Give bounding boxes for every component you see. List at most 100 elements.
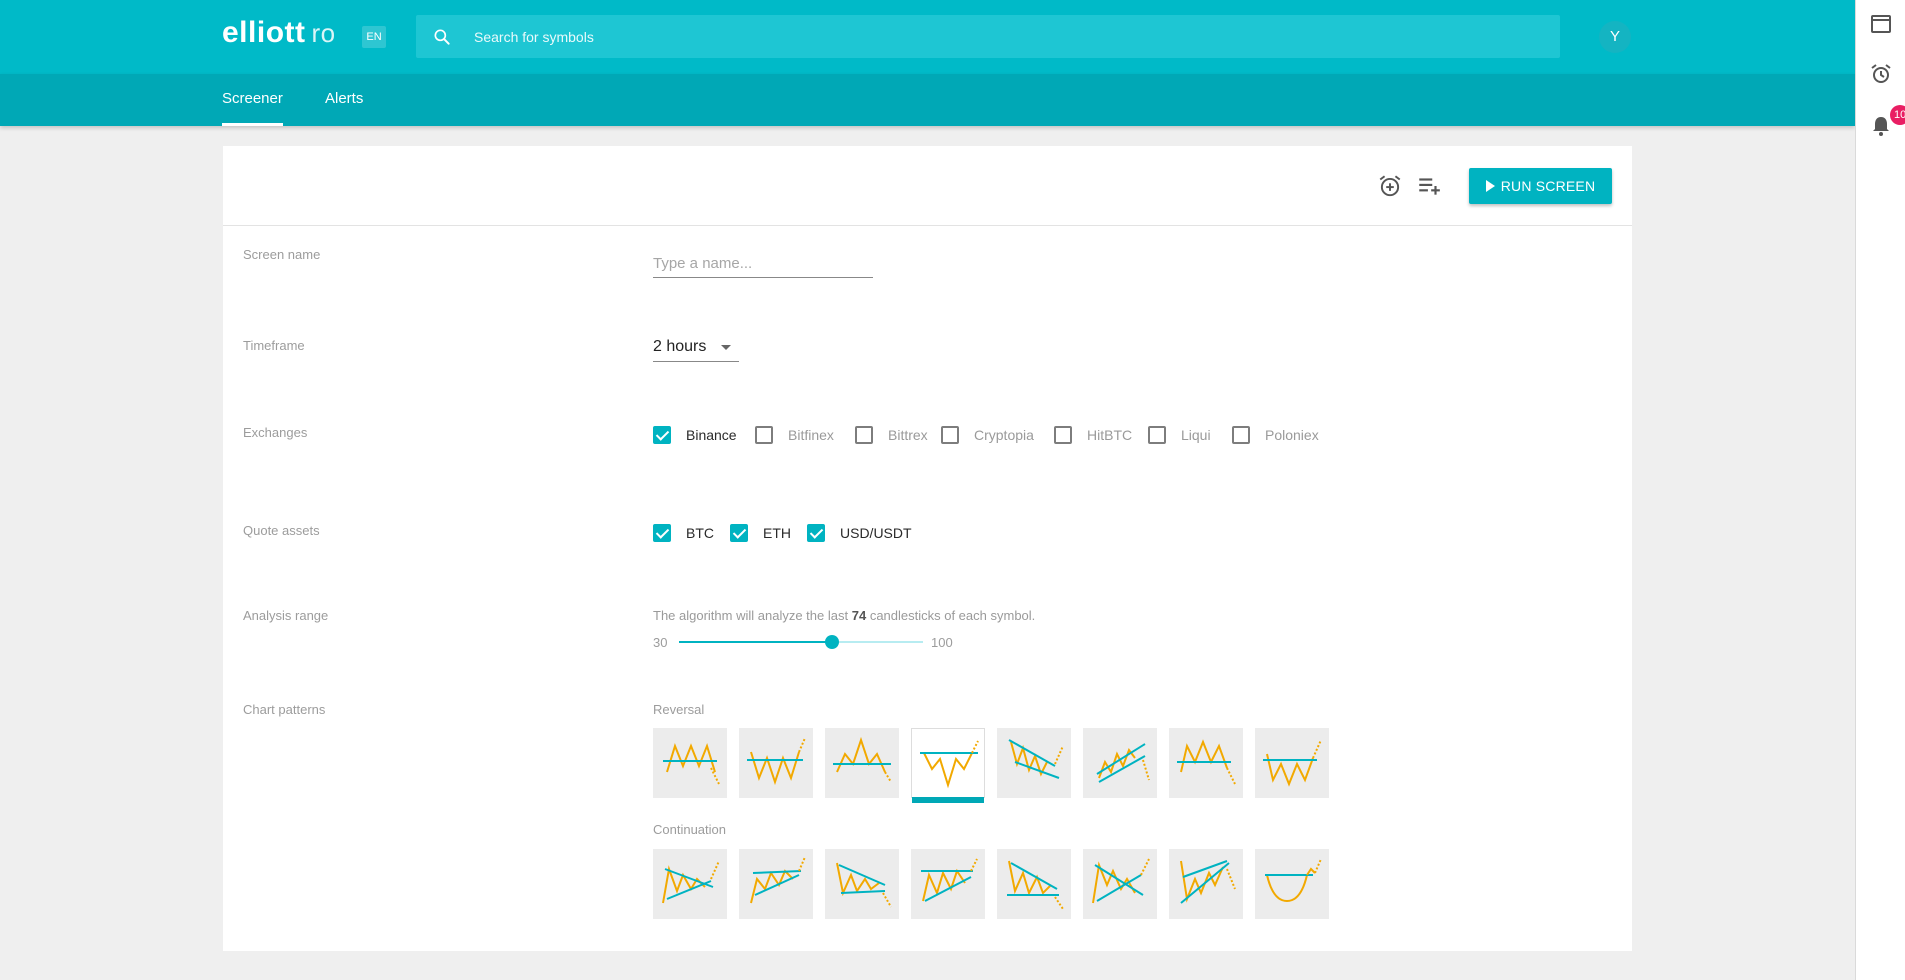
checkbox-label: Bitfinex — [788, 427, 834, 443]
checkbox-unchecked-icon[interactable] — [855, 426, 873, 444]
reversal-pattern-icon — [920, 740, 979, 789]
reversal-pattern-6[interactable] — [1083, 728, 1157, 798]
timeframe-value: 2 hours — [653, 338, 707, 355]
continuation-pattern-icon — [921, 858, 978, 902]
reversal-pattern-icon — [1263, 739, 1322, 787]
range-desc-after: candlesticks of each symbol. — [869, 608, 1036, 623]
slider-fill — [679, 641, 833, 643]
checkbox-label: BTC — [686, 525, 714, 541]
analysis-range-slider[interactable] — [679, 635, 923, 649]
continuation-pattern-icon — [1092, 858, 1150, 904]
timeframe-select[interactable]: 2 hours — [653, 334, 739, 362]
logo-suffix: ro — [311, 18, 336, 48]
run-screen-label: RUN SCREEN — [1500, 178, 1596, 194]
window-icon[interactable] — [1869, 12, 1893, 36]
search-bar — [416, 15, 1560, 58]
continuation-pattern-1[interactable] — [653, 849, 727, 919]
checkbox-checked-icon[interactable] — [807, 524, 825, 542]
run-screen-button[interactable]: RUN SCREEN — [1469, 168, 1612, 204]
checkbox-label: Cryptopia — [974, 427, 1034, 443]
tab-screener[interactable]: Screener — [222, 74, 283, 126]
continuation-pattern-icon — [1180, 860, 1236, 904]
checkbox-checked-icon[interactable] — [653, 524, 671, 542]
checkbox-label: USD/USDT — [840, 525, 912, 541]
alarm-clock-icon[interactable] — [1869, 62, 1893, 86]
continuation-pattern-6[interactable] — [1083, 849, 1157, 919]
checkbox-label: Binance — [686, 427, 737, 443]
timeframe-label: Timeframe — [243, 338, 305, 353]
reversal-pattern-icon — [1008, 739, 1064, 779]
card-header: RUN SCREEN — [223, 146, 1632, 226]
continuation-pattern-5[interactable] — [997, 849, 1071, 919]
checkbox-liqui[interactable]: Liqui — [1148, 426, 1211, 444]
reversal-pattern-1[interactable] — [653, 728, 727, 798]
continuation-pattern-icon — [1265, 858, 1322, 903]
checkbox-bittrex[interactable]: Bittrex — [855, 426, 928, 444]
checkbox-unchecked-icon[interactable] — [1054, 426, 1072, 444]
reversal-pattern-4[interactable] — [911, 728, 985, 803]
checkbox-label: HitBTC — [1087, 427, 1133, 443]
search-icon — [434, 29, 450, 45]
reversal-pattern-icon — [1096, 743, 1150, 783]
search-input[interactable] — [474, 15, 1534, 58]
slider-thumb[interactable] — [825, 635, 840, 649]
checkbox-btc[interactable]: BTC — [653, 524, 714, 542]
screener-card: RUN SCREEN Screen name Timeframe 2 hours… — [223, 146, 1632, 951]
reversal-pattern-3[interactable] — [825, 728, 899, 798]
range-value: 74 — [851, 608, 867, 623]
reversal-pattern-5[interactable] — [997, 728, 1071, 798]
continuation-pattern-icon — [662, 860, 720, 904]
user-avatar[interactable]: Y — [1599, 21, 1631, 53]
reversal-pattern-icon — [663, 742, 720, 785]
range-max-label: 100 — [931, 635, 953, 650]
checkbox-unchecked-icon[interactable] — [941, 426, 959, 444]
reversal-pattern-icon — [1177, 739, 1236, 785]
checkbox-cryptopia[interactable]: Cryptopia — [941, 426, 1034, 444]
play-icon — [1485, 180, 1495, 192]
analysis-range-description: The algorithm will analyze the last 74 c… — [653, 608, 1035, 623]
checkbox-usd-usdt[interactable]: USD/USDT — [807, 524, 912, 542]
checkbox-checked-icon[interactable] — [653, 426, 671, 444]
continuation-label: Continuation — [653, 822, 726, 837]
language-switch[interactable]: EN — [362, 26, 386, 48]
checkbox-unchecked-icon[interactable] — [1232, 426, 1250, 444]
add-to-list-icon[interactable] — [1416, 173, 1442, 199]
logo-main: elliott — [222, 16, 306, 49]
checkbox-poloniex[interactable]: Poloniex — [1232, 426, 1319, 444]
chart-patterns-label: Chart patterns — [243, 702, 326, 717]
continuation-pattern-3[interactable] — [825, 849, 899, 919]
checkbox-unchecked-icon[interactable] — [755, 426, 773, 444]
checkbox-label: Bittrex — [888, 427, 928, 443]
reversal-pattern-icon — [747, 737, 806, 786]
reversal-label: Reversal — [653, 702, 705, 717]
range-desc-before: The algorithm will analyze the last — [653, 608, 849, 623]
reversal-pattern-7[interactable] — [1169, 728, 1243, 798]
checkbox-label: Liqui — [1181, 427, 1211, 443]
notification-badge: 10 — [1890, 105, 1905, 125]
checkbox-unchecked-icon[interactable] — [1148, 426, 1166, 444]
range-min-label: 30 — [653, 635, 668, 650]
continuation-pattern-icon — [750, 856, 806, 904]
dropdown-caret-icon — [721, 345, 731, 350]
continuation-pattern-8[interactable] — [1255, 849, 1329, 919]
continuation-pattern-icon — [1007, 860, 1064, 910]
reversal-pattern-8[interactable] — [1255, 728, 1329, 798]
checkbox-bitfinex[interactable]: Bitfinex — [755, 426, 834, 444]
tab-alerts[interactable]: Alerts — [325, 74, 363, 126]
continuation-pattern-2[interactable] — [739, 849, 813, 919]
exchanges-label: Exchanges — [243, 425, 308, 440]
right-rail — [1855, 0, 1905, 980]
app-logo[interactable]: elliott ro — [222, 16, 336, 50]
add-alarm-icon[interactable] — [1377, 173, 1403, 199]
continuation-pattern-7[interactable] — [1169, 849, 1243, 919]
reversal-pattern-2[interactable] — [739, 728, 813, 798]
continuation-pattern-icon — [836, 862, 892, 908]
screen-name-input[interactable] — [653, 250, 873, 278]
checkbox-checked-icon[interactable] — [730, 524, 748, 542]
continuation-pattern-4[interactable] — [911, 849, 985, 919]
checkbox-label: Poloniex — [1265, 427, 1319, 443]
reversal-pattern-icon — [833, 736, 892, 783]
checkbox-eth[interactable]: ETH — [730, 524, 791, 542]
checkbox-hitbtc[interactable]: HitBTC — [1054, 426, 1132, 444]
checkbox-binance[interactable]: Binance — [653, 426, 737, 444]
